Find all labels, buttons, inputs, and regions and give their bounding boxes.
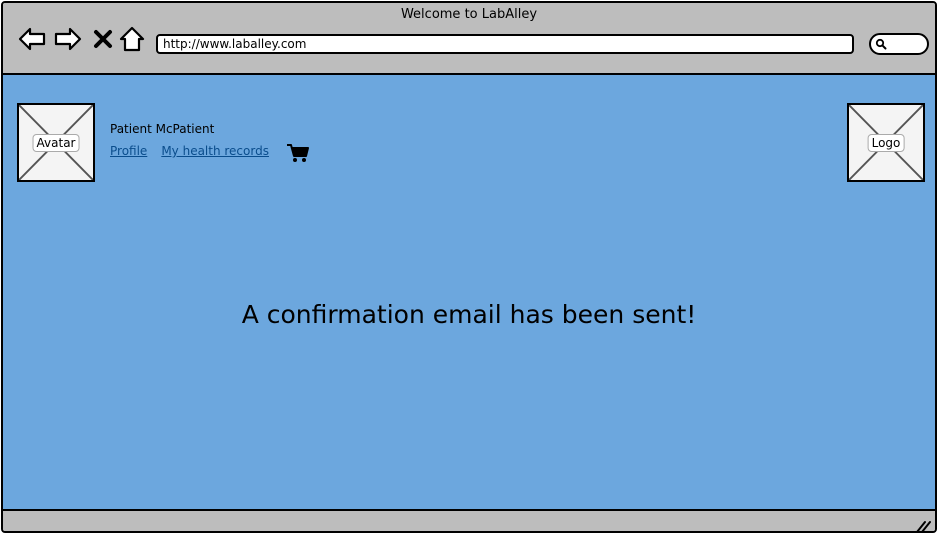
home-button[interactable] <box>119 25 145 53</box>
logo-label: Logo <box>867 133 905 152</box>
profile-link[interactable]: Profile <box>110 144 147 158</box>
cart-button[interactable] <box>286 143 310 163</box>
home-icon <box>119 26 145 52</box>
status-bar <box>3 509 935 531</box>
close-icon <box>94 30 112 48</box>
url-field[interactable]: http://www.laballey.com <box>156 34 854 54</box>
resize-grip-icon <box>916 521 931 531</box>
cart-icon <box>287 144 309 162</box>
back-button[interactable] <box>17 25 47 53</box>
forward-icon <box>54 27 82 51</box>
avatar-label: Avatar <box>32 133 80 152</box>
browser-toolbar: Welcome to LabAlley http://www.laballey.… <box>3 3 935 75</box>
search-field[interactable] <box>869 33 929 55</box>
health-records-link[interactable]: My health records <box>161 144 269 158</box>
forward-button[interactable] <box>53 25 83 53</box>
window-title: Welcome to LabAlley <box>400 7 538 22</box>
logo: Logo <box>847 103 925 182</box>
page-content: Avatar Patient McPatient Profile My healt… <box>3 75 935 509</box>
search-icon <box>875 38 887 50</box>
user-name: Patient McPatient <box>110 122 215 136</box>
confirmation-message: A confirmation email has been sent! <box>241 300 697 329</box>
back-icon <box>18 27 46 51</box>
stop-button[interactable] <box>91 25 115 53</box>
browser-window: Welcome to LabAlley http://www.laballey.… <box>1 1 937 533</box>
avatar: Avatar <box>17 103 95 182</box>
user-nav-links: Profile My health records <box>110 144 283 158</box>
resize-grip[interactable] <box>915 518 931 531</box>
